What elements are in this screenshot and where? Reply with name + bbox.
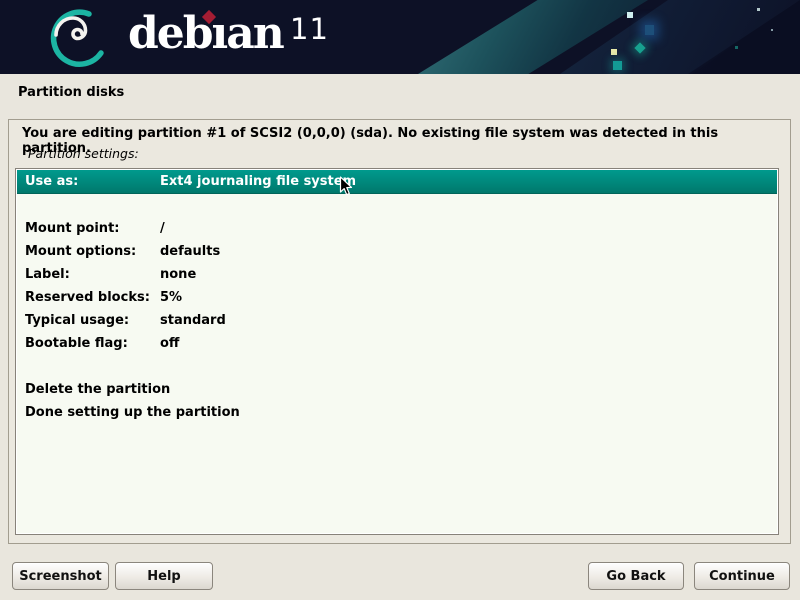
wordmark-post: ıan <box>212 8 283 59</box>
debian-version: 11 <box>290 12 329 46</box>
go-back-button[interactable]: Go Back <box>588 562 684 590</box>
settings-row-label[interactable]: Label: none <box>17 263 777 286</box>
row-value: standard <box>160 313 777 328</box>
decor-dot <box>757 8 760 11</box>
page-title: Partition disks <box>18 85 124 100</box>
settings-row-spacer <box>17 355 777 378</box>
decor-dot <box>613 61 622 70</box>
partition-settings-label: Partition settings: <box>28 146 139 161</box>
row-label: Bootable flag: <box>17 336 160 351</box>
row-label: Done setting up the partition <box>17 405 240 420</box>
decor-dot <box>645 25 654 35</box>
installer-window: debıan 11 Partition disks You are editin… <box>0 0 800 600</box>
installer-banner: debıan 11 <box>0 0 800 74</box>
row-label: Typical usage: <box>17 313 160 328</box>
settings-row-use-as[interactable]: Use as: Ext4 journaling file system <box>17 170 777 194</box>
row-label: Mount options: <box>17 244 160 259</box>
row-label: Label: <box>17 267 160 282</box>
decor-dot <box>611 49 617 55</box>
arrow-pointer-icon <box>339 176 354 197</box>
row-label: Use as: <box>17 174 160 189</box>
settings-row-bootable-flag[interactable]: Bootable flag: off <box>17 332 777 355</box>
settings-row-spacer <box>17 194 777 217</box>
row-value: defaults <box>160 244 777 259</box>
debian-swirl-icon <box>42 4 118 70</box>
help-button[interactable]: Help <box>115 562 213 590</box>
row-value: none <box>160 267 777 282</box>
settings-row-typical-usage[interactable]: Typical usage: standard <box>17 309 777 332</box>
decor-dot <box>735 46 738 49</box>
screenshot-button[interactable]: Screenshot <box>12 562 109 590</box>
row-value: Ext4 journaling file system <box>160 174 777 189</box>
settings-row-mount-options[interactable]: Mount options: defaults <box>17 240 777 263</box>
debian-wordmark: debıan <box>128 6 283 66</box>
row-label: Mount point: <box>17 221 160 236</box>
settings-row-delete-partition[interactable]: Delete the partition <box>17 378 777 401</box>
wordmark-pre: deb <box>128 8 212 59</box>
main-panel: You are editing partition #1 of SCSI2 (0… <box>8 119 791 544</box>
row-value: 5% <box>160 290 777 305</box>
decor-dot <box>771 29 773 31</box>
row-value: / <box>160 221 777 236</box>
continue-button[interactable]: Continue <box>694 562 790 590</box>
row-label: Reserved blocks: <box>17 290 160 305</box>
decor-dot <box>627 12 633 18</box>
row-value: off <box>160 336 777 351</box>
partition-settings-list[interactable]: Use as: Ext4 journaling file system Moun… <box>15 168 779 535</box>
row-label: Delete the partition <box>17 382 170 397</box>
settings-row-reserved-blocks[interactable]: Reserved blocks: 5% <box>17 286 777 309</box>
settings-row-done-setting-up[interactable]: Done setting up the partition <box>17 401 777 424</box>
settings-row-mount-point[interactable]: Mount point: / <box>17 217 777 240</box>
